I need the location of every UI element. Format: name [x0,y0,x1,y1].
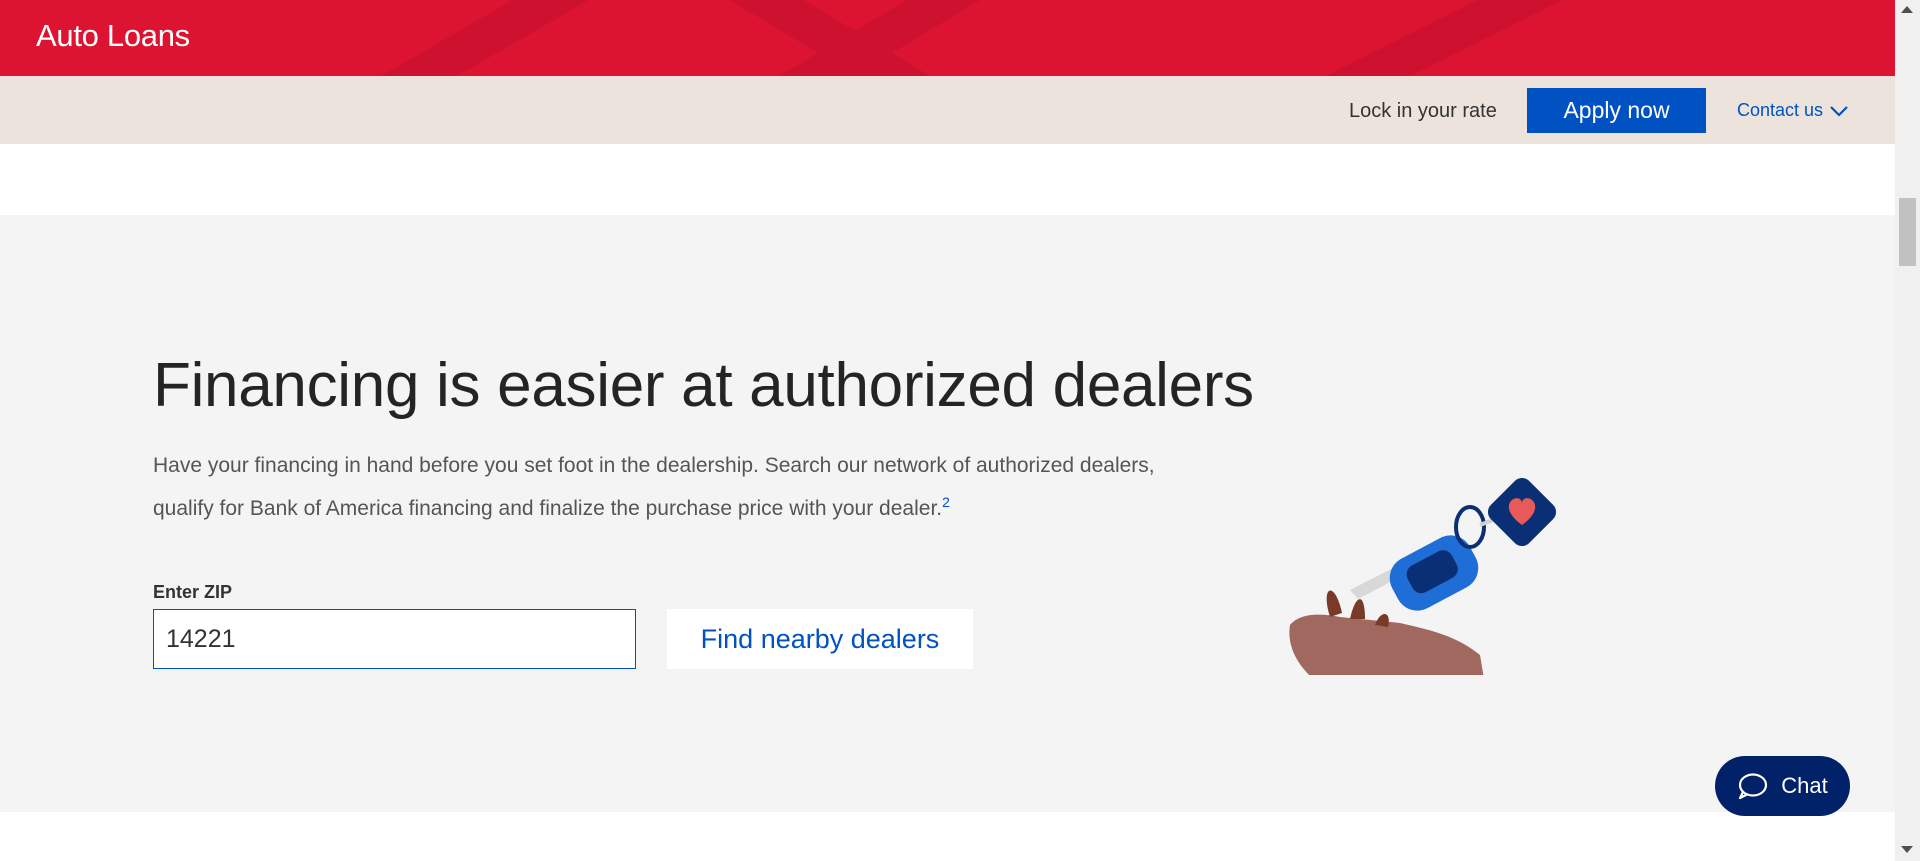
page-title: Auto Loans [36,18,190,53]
footnote-link[interactable]: 2 [942,494,950,510]
contact-us-link[interactable]: Contact us [1737,100,1849,121]
hand-keys-illustration [1289,477,1557,675]
top-banner: Auto Loans [0,0,1895,76]
chat-button[interactable]: Chat [1715,756,1850,816]
section-heading: Financing is easier at authorized dealer… [153,351,1254,420]
zip-input[interactable] [153,609,636,669]
contact-us-label: Contact us [1737,100,1824,120]
scrollbar[interactable] [1895,0,1920,861]
scrollbar-thumb[interactable] [1899,198,1916,266]
action-bar: Lock in your rate Apply now Contact us [0,76,1895,144]
section-description: Have your financing in hand before you s… [153,448,1193,527]
apply-now-button[interactable]: Apply now [1527,88,1706,133]
scroll-down-arrow-icon[interactable] [1901,846,1913,853]
chevron-down-icon [1830,105,1848,117]
find-dealers-button[interactable]: Find nearby dealers [667,609,973,669]
scroll-up-arrow-icon[interactable] [1901,6,1913,13]
chat-bubble-icon [1739,773,1768,800]
chat-label: Chat [1781,773,1828,798]
zip-label: Enter ZIP [153,582,233,602]
banner-stripes [380,0,1563,76]
description-text: Have your financing in hand before you s… [153,454,1155,520]
dealer-section: Financing is easier at authorized dealer… [0,215,1895,812]
lock-rate-text: Lock in your rate [1349,100,1497,122]
